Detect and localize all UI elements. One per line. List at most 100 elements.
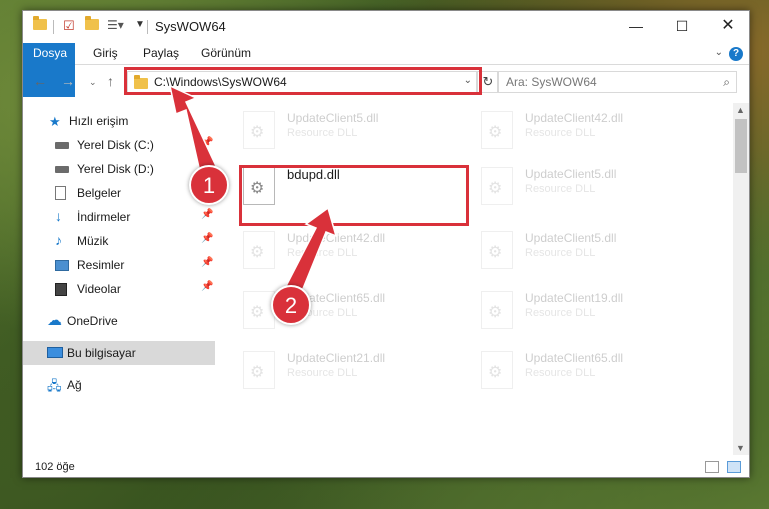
- list-item[interactable]: UpdateClient5.dll Resource DLL: [459, 223, 691, 277]
- list-item[interactable]: UpdateClient19.dll Resource DLL: [459, 283, 691, 337]
- chevron-down-icon[interactable]: ⌄: [715, 47, 723, 58]
- drive-icon: [55, 142, 69, 149]
- sidebar-item-label: Bu bilgisayar: [67, 346, 136, 360]
- file-highlight: [239, 165, 469, 226]
- toolbar-dropdown-icon[interactable]: ▼: [135, 19, 145, 30]
- dll-file-icon: [243, 231, 275, 269]
- maximize-button[interactable]: ☐: [659, 11, 705, 41]
- scroll-thumb[interactable]: [735, 119, 747, 173]
- divider: [53, 20, 54, 34]
- file-name: UpdateClient42.dll: [287, 231, 386, 245]
- download-icon: ↓: [55, 208, 62, 224]
- details-view-icon[interactable]: [705, 461, 719, 473]
- title-bar: ☑ ☰▾ ▼ SysWOW64 — ☐ ✕: [23, 11, 749, 43]
- back-arrow-icon[interactable]: ←: [33, 73, 47, 89]
- vertical-scrollbar[interactable]: ▲ ▼: [733, 103, 749, 455]
- pin-icon[interactable]: 📌: [201, 209, 213, 220]
- drive-icon: [55, 166, 69, 173]
- dll-file-icon: [481, 111, 513, 149]
- list-item[interactable]: UpdateClient65.dll Resource DLL: [459, 343, 691, 397]
- sidebar-item-network[interactable]: 🖧 Ağ: [23, 373, 215, 397]
- file-name: UpdateClient21.dll: [287, 351, 386, 365]
- help-icon[interactable]: ?: [729, 47, 743, 61]
- dll-file-icon: [481, 351, 513, 389]
- sidebar-item-onedrive[interactable]: ☁ OneDrive: [23, 309, 215, 333]
- sidebar-item-label: Yerel Disk (C:): [77, 138, 154, 152]
- list-item[interactable]: UpdateClient42.dll Resource DLL: [221, 223, 453, 277]
- dll-file-icon: [481, 291, 513, 329]
- sidebar-item-quick-access[interactable]: ★ Hızlı erişim: [23, 109, 215, 133]
- file-name: UpdateClient42.dll: [525, 111, 624, 125]
- dll-file-icon: [243, 111, 275, 149]
- file-type: Resource DLL: [525, 183, 596, 195]
- sidebar-item-disk-d[interactable]: Yerel Disk (D:) 📌: [23, 157, 215, 181]
- network-icon: 🖧: [47, 378, 62, 393]
- pin-icon[interactable]: 📌: [201, 281, 213, 292]
- sidebar-item-downloads[interactable]: ↓ İndirmeler 📌: [23, 205, 215, 229]
- sidebar-item-disk-c[interactable]: Yerel Disk (C:) 📌: [23, 133, 215, 157]
- new-folder-icon[interactable]: [85, 16, 99, 30]
- search-placeholder: Ara: SysWOW64: [506, 75, 597, 89]
- window-title: SysWOW64: [155, 19, 226, 34]
- tab-paylas[interactable]: Paylaş: [133, 43, 189, 65]
- star-icon: ★: [49, 114, 61, 129]
- sidebar-item-this-pc[interactable]: Bu bilgisayar: [23, 341, 215, 365]
- properties-icon[interactable]: ☑: [63, 18, 75, 34]
- sidebar-item-label: Ağ: [67, 378, 82, 392]
- file-name: UpdateClient5.dll: [525, 231, 617, 245]
- large-icons-view-icon[interactable]: [727, 461, 741, 473]
- sidebar-item-label: İndirmeler: [77, 210, 131, 224]
- close-button[interactable]: ✕: [705, 11, 751, 41]
- tab-giris[interactable]: Giriş: [83, 43, 128, 65]
- list-item[interactable]: UpdateClient65.dll Resource DLL: [221, 283, 453, 337]
- sidebar-item-label: Hızlı erişim: [69, 114, 129, 128]
- scroll-up-icon[interactable]: ▲: [736, 105, 745, 115]
- sidebar-item-music[interactable]: ♪ Müzik 📌: [23, 229, 215, 253]
- file-type: Resource DLL: [287, 247, 358, 259]
- status-bar: 102 öğe: [23, 457, 749, 479]
- pictures-icon: [55, 260, 69, 271]
- sidebar-item-label: OneDrive: [67, 314, 118, 328]
- cloud-icon: ☁: [47, 312, 62, 329]
- list-item[interactable]: UpdateClient42.dll Resource DLL: [459, 103, 691, 157]
- file-name: UpdateClient5.dll: [525, 167, 617, 181]
- sidebar-item-label: Videolar: [77, 282, 121, 296]
- pin-icon[interactable]: 📌: [201, 257, 213, 268]
- tab-gorunum[interactable]: Görünüm: [191, 43, 261, 65]
- ribbon-tabs: Dosya Giriş Paylaş Görünüm ⌄ ?: [23, 43, 749, 97]
- file-type: Resource DLL: [525, 127, 596, 139]
- sidebar-item-label: Müzik: [77, 234, 109, 248]
- file-type: Resource DLL: [287, 367, 358, 379]
- sidebar-item-videos[interactable]: Videolar 📌: [23, 277, 215, 301]
- up-arrow-icon[interactable]: ↑: [107, 73, 114, 89]
- list-item[interactable]: UpdateClient5.dll Resource DLL: [221, 103, 453, 157]
- computer-icon: [47, 347, 63, 358]
- customize-toolbar-icon[interactable]: ☰▾: [107, 18, 124, 32]
- list-item[interactable]: UpdateClient21.dll Resource DLL: [221, 343, 453, 397]
- recent-locations-icon[interactable]: ⌄: [89, 77, 97, 88]
- forward-arrow-icon[interactable]: →: [61, 73, 75, 89]
- minimize-button[interactable]: —: [613, 11, 659, 41]
- scroll-down-icon[interactable]: ▼: [736, 443, 745, 453]
- sidebar-item-documents[interactable]: Belgeler 📌: [23, 181, 215, 205]
- search-icon: ⌕: [723, 75, 730, 89]
- pin-icon[interactable]: 📌: [201, 233, 213, 244]
- navigation-pane: ★ Hızlı erişim Yerel Disk (C:) 📌 Yerel D…: [23, 103, 215, 447]
- callout-badge-2: 2: [271, 285, 311, 325]
- file-name: UpdateClient65.dll: [525, 351, 624, 365]
- folder-icon: [33, 16, 47, 30]
- pin-icon[interactable]: 📌: [201, 137, 213, 148]
- videos-icon: [55, 283, 67, 296]
- sidebar-item-label: Belgeler: [77, 186, 122, 200]
- file-type: Resource DLL: [525, 307, 596, 319]
- dll-file-icon: [481, 167, 513, 205]
- dll-file-icon: [243, 351, 275, 389]
- file-type: Resource DLL: [287, 127, 358, 139]
- sidebar-item-pictures[interactable]: Resimler 📌: [23, 253, 215, 277]
- dll-file-icon: [481, 231, 513, 269]
- music-icon: ♪: [55, 232, 62, 248]
- address-highlight: [124, 67, 482, 95]
- search-input[interactable]: Ara: SysWOW64 ⌕: [497, 71, 737, 93]
- divider: [147, 20, 148, 34]
- list-item[interactable]: UpdateClient5.dll Resource DLL: [459, 159, 691, 213]
